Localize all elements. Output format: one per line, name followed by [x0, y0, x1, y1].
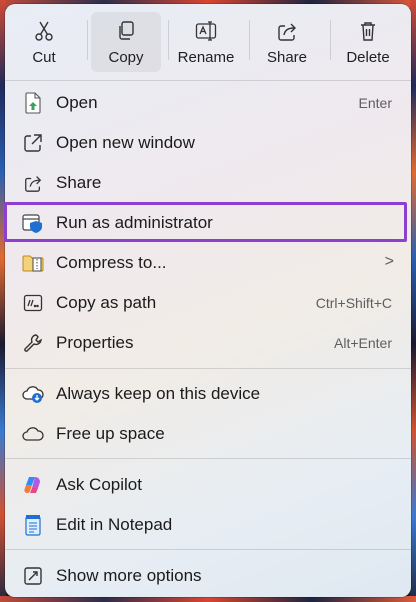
menu-item-ask-copilot[interactable]: Ask Copilot — [10, 466, 406, 504]
zip-folder-icon — [22, 252, 44, 274]
menu-item-open-new-window[interactable]: Open new window — [10, 124, 406, 162]
cloud-icon — [22, 423, 44, 445]
menu-item-label: Edit in Notepad — [56, 515, 173, 534]
menu-item-label: Share — [56, 173, 102, 192]
wrench-icon — [22, 332, 44, 354]
menu-item-label: Properties — [56, 333, 134, 352]
menu-item-shortcut: Ctrl+Shift+C — [315, 295, 392, 311]
copy-path-icon — [22, 292, 44, 314]
menu-item-share[interactable]: Share — [10, 164, 406, 202]
rename-icon — [195, 20, 217, 42]
cut-button[interactable]: Cut — [9, 12, 79, 72]
share-toolbar-label: Share — [266, 49, 308, 66]
copy-icon — [115, 20, 137, 42]
toolbar-separator — [168, 20, 169, 60]
menu-divider — [5, 80, 411, 81]
menu-item-edit-in-notepad[interactable]: Edit in Notepad — [10, 506, 406, 544]
share-icon — [22, 172, 44, 194]
menu-item-label: Copy as path — [56, 293, 157, 312]
menu-item-label: Open new window — [56, 133, 195, 152]
menu-item-label: Open — [56, 93, 98, 112]
menu-item-label: Show more options — [56, 566, 202, 585]
cut-label: Cut — [32, 49, 56, 66]
menu-item-shortcut: Alt+Enter — [334, 335, 392, 351]
share-icon — [276, 20, 298, 42]
toolbar-separator — [87, 20, 88, 60]
menu-item-open[interactable]: Open Enter — [10, 84, 406, 122]
rename-button[interactable]: Rename — [171, 12, 241, 72]
copy-label: Copy — [108, 49, 144, 66]
menu-divider — [5, 549, 411, 550]
copilot-icon — [22, 474, 44, 496]
context-menu-toolbar: Cut Copy Rename Share Delete — [5, 4, 411, 80]
menu-divider — [5, 458, 411, 459]
toolbar-separator — [249, 20, 250, 60]
menu-item-copy-as-path[interactable]: Copy as path Ctrl+Shift+C — [10, 284, 406, 322]
scissors-icon — [33, 20, 55, 42]
context-menu: Cut Copy Rename Share Delete Open Enter … — [5, 4, 411, 597]
chevron-right-icon: > — [384, 253, 394, 270]
toolbar-separator — [330, 20, 331, 60]
open-file-icon — [22, 92, 44, 114]
delete-label: Delete — [346, 49, 390, 66]
trash-icon — [357, 20, 379, 42]
copy-button[interactable]: Copy — [91, 12, 161, 72]
menu-item-free-up-space[interactable]: Free up space — [10, 415, 406, 453]
menu-divider — [5, 368, 411, 369]
menu-item-properties[interactable]: Properties Alt+Enter — [10, 324, 406, 362]
menu-item-label: Always keep on this device — [56, 384, 261, 403]
rename-label: Rename — [177, 49, 235, 66]
delete-button[interactable]: Delete — [333, 12, 403, 72]
share-toolbar-button[interactable]: Share — [252, 12, 322, 72]
menu-item-label: Compress to... — [56, 253, 167, 272]
cloud-download-icon — [22, 383, 44, 405]
notepad-icon — [22, 514, 44, 536]
menu-item-show-more-options[interactable]: Show more options — [10, 557, 406, 595]
menu-item-always-keep-on-device[interactable]: Always keep on this device — [10, 375, 406, 413]
highlight-annotation-box — [4, 202, 407, 242]
show-more-icon — [22, 565, 44, 587]
menu-item-shortcut: Enter — [358, 95, 392, 111]
open-new-window-icon — [22, 132, 44, 154]
menu-item-compress-to[interactable]: Compress to... > — [10, 244, 406, 282]
menu-item-label: Ask Copilot — [56, 475, 142, 494]
menu-item-label: Free up space — [56, 424, 165, 443]
